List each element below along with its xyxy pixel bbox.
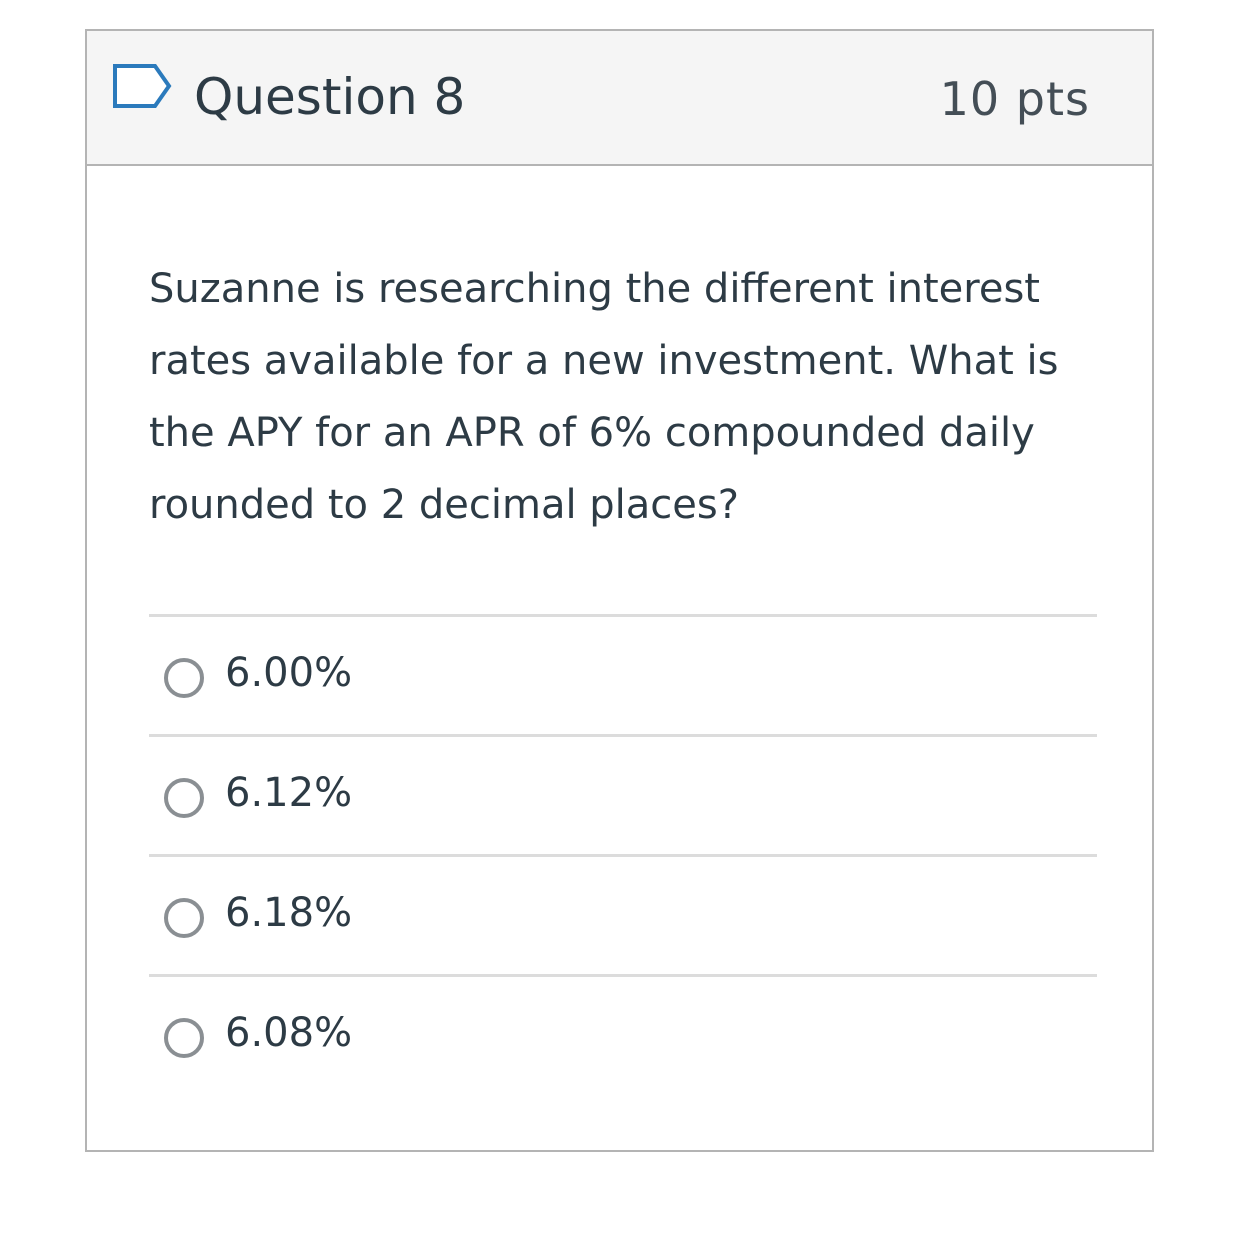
answer-label[interactable]: 6.18% [225, 887, 352, 939]
answer-option[interactable]: 6.18% [149, 854, 1097, 974]
question-points: 10 pts [939, 72, 1090, 126]
radio-button[interactable] [164, 898, 204, 938]
flag-question-icon[interactable] [111, 62, 175, 114]
answer-option[interactable]: 6.00% [149, 614, 1097, 734]
answer-label[interactable]: 6.08% [225, 1007, 352, 1059]
answer-list: 6.00% 6.12% 6.18% 6.08% [149, 614, 1097, 1094]
answer-label[interactable]: 6.12% [225, 767, 352, 819]
question-text: Suzanne is researching the different int… [149, 266, 1059, 528]
answer-label[interactable]: 6.00% [225, 647, 352, 699]
radio-button[interactable] [164, 1018, 204, 1058]
answer-option[interactable]: 6.12% [149, 734, 1097, 854]
radio-button[interactable] [164, 658, 204, 698]
radio-button[interactable] [164, 778, 204, 818]
answer-option[interactable]: 6.08% [149, 974, 1097, 1094]
question-header: Question 8 10 pts [87, 31, 1152, 166]
question-title: Question 8 [194, 68, 466, 126]
question-card: Question 8 10 pts Suzanne is researching… [85, 29, 1154, 1152]
